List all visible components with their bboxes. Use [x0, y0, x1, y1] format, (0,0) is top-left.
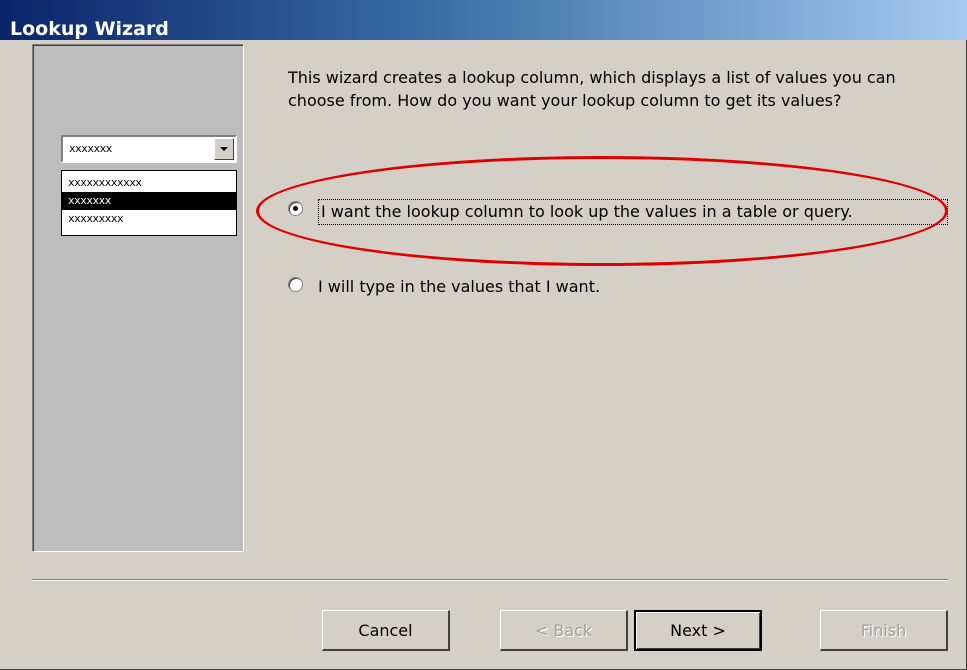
chevron-down-icon	[214, 138, 234, 160]
option-type-values-label[interactable]: I will type in the values that I want.	[318, 275, 600, 299]
divider	[32, 579, 948, 581]
wizard-description: This wizard creates a lookup column, whi…	[288, 68, 896, 110]
title-bar: Lookup Wizard	[0, 0, 967, 40]
back-button[interactable]: < Back	[500, 610, 628, 651]
lookup-wizard-window: Lookup Wizard xxxxxxx xxxxxxxxxxxx xxxxx…	[0, 0, 967, 670]
sample-dropdown-list: xxxxxxxxxxxx xxxxxxx xxxxxxxxx	[61, 170, 237, 236]
option-table-query-label[interactable]: I want the lookup column to look up the …	[318, 199, 948, 225]
sample-combo-box: xxxxxxx	[61, 135, 237, 163]
finish-button[interactable]: Finish	[820, 610, 948, 651]
preview-illustration: xxxxxxx xxxxxxxxxxxx xxxxxxx xxxxxxxxx	[32, 44, 244, 552]
cancel-button[interactable]: Cancel	[322, 610, 450, 651]
sample-list-item-selected: xxxxxxx	[62, 192, 236, 210]
sample-list-item: xxxxxxxxxxxx	[68, 176, 142, 189]
window-title: Lookup Wizard	[10, 18, 169, 40]
sample-combo-value: xxxxxxx	[69, 142, 112, 155]
radio-type-values[interactable]	[288, 277, 303, 292]
next-button[interactable]: Next >	[634, 610, 762, 651]
sample-list-item: xxxxxxxxx	[68, 212, 124, 225]
radio-table-query[interactable]	[288, 201, 303, 216]
